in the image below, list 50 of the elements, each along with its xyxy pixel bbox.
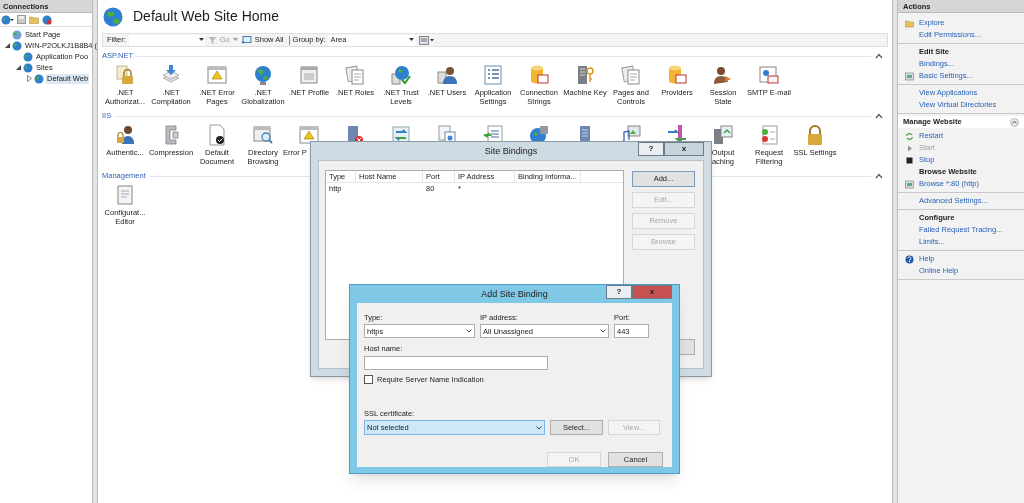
document-icon xyxy=(114,184,136,206)
database-icon xyxy=(528,64,550,86)
chevron-icon xyxy=(466,329,472,334)
checkbox[interactable] xyxy=(364,374,373,384)
globe-icon xyxy=(12,40,22,51)
globe-icon xyxy=(23,62,33,73)
dialog-title: Site Bindings xyxy=(484,145,538,158)
globe-icon xyxy=(23,51,33,62)
globe-icon xyxy=(34,73,44,84)
close-button[interactable]: x xyxy=(664,142,704,156)
refresh-icon xyxy=(905,131,914,141)
chevron-icon xyxy=(600,329,606,334)
globe-icon[interactable] xyxy=(1,14,14,25)
person-icon xyxy=(114,124,136,146)
warning-icon xyxy=(298,124,320,146)
mail-icon xyxy=(758,64,780,86)
warning-icon xyxy=(206,64,228,86)
collapse-icon[interactable] xyxy=(1010,117,1019,127)
server-icon xyxy=(712,124,734,146)
lock-icon xyxy=(114,64,136,86)
window-icon xyxy=(905,179,914,189)
document-icon xyxy=(620,64,642,86)
stop-icon xyxy=(905,155,914,165)
document-icon xyxy=(344,64,366,86)
globe-icon xyxy=(103,6,123,27)
database-icon xyxy=(666,64,688,86)
caret-icon[interactable] xyxy=(4,42,11,49)
collapse-icon[interactable] xyxy=(875,53,883,59)
list-icon xyxy=(482,64,504,86)
globe-icon xyxy=(252,64,274,86)
person-icon xyxy=(436,64,458,86)
globe-icon xyxy=(390,64,412,86)
collapse-icon[interactable] xyxy=(875,173,883,179)
help-icon xyxy=(905,254,914,264)
dialog-title: Add Site Binding xyxy=(481,288,548,301)
help-button[interactable]: ? xyxy=(606,285,632,299)
close-button[interactable]: x xyxy=(632,285,672,299)
chevron-icon xyxy=(536,425,542,430)
folder-icon xyxy=(905,18,914,28)
page-title: Default Web Site Home xyxy=(133,7,280,26)
window-icon xyxy=(298,64,320,86)
collapse-icon[interactable] xyxy=(875,113,883,119)
magnifier-icon xyxy=(252,124,274,146)
network-icon[interactable] xyxy=(42,14,52,25)
globe-icon xyxy=(12,29,22,40)
play-icon xyxy=(905,143,914,153)
window-icon xyxy=(905,71,914,81)
document-icon xyxy=(206,124,228,146)
host-name-field[interactable] xyxy=(364,355,548,370)
help-button[interactable]: ? xyxy=(638,142,664,156)
